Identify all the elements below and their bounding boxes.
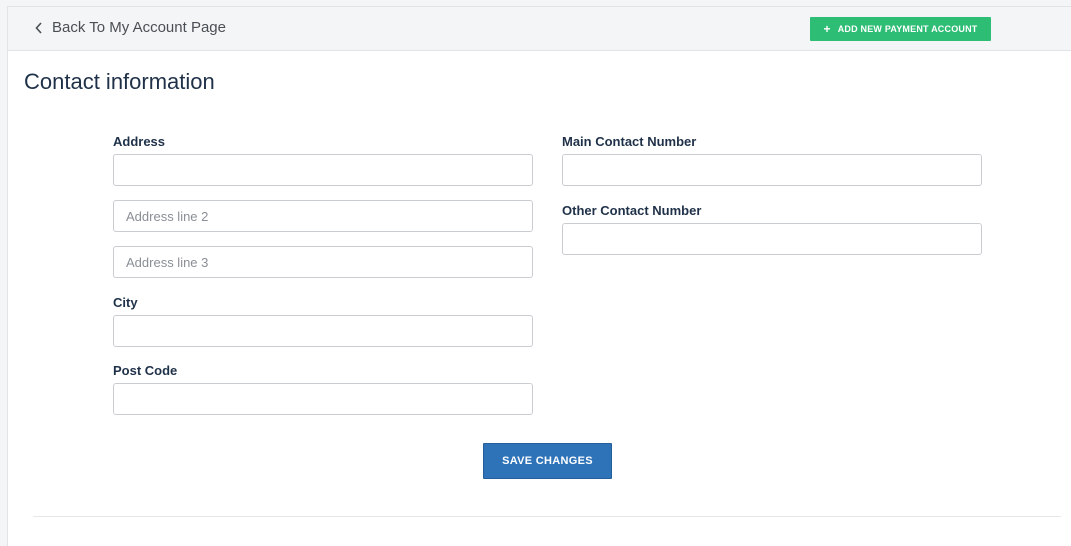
other-contact-label: Other Contact Number — [562, 203, 702, 218]
main-contact-input[interactable] — [562, 154, 982, 186]
post-code-input[interactable] — [113, 383, 533, 415]
city-label: City — [113, 295, 138, 310]
address-label: Address — [113, 134, 166, 149]
city-input[interactable] — [113, 315, 533, 347]
add-payment-account-button[interactable]: + ADD NEW PAYMENT ACCOUNT — [810, 17, 991, 41]
add-payment-account-label: ADD NEW PAYMENT ACCOUNT — [837, 24, 978, 34]
back-link-label: Back To My Account Page — [52, 19, 226, 36]
save-changes-button[interactable]: SAVE CHANGES — [483, 443, 612, 479]
bottom-divider — [33, 516, 1061, 517]
address-line2-input[interactable] — [113, 200, 533, 232]
top-bar: Back To My Account Page + ADD NEW PAYMEN… — [8, 7, 1071, 51]
other-contact-input[interactable] — [562, 223, 982, 255]
page-title: Contact information — [24, 69, 215, 94]
address-line1-input[interactable] — [113, 154, 533, 186]
main-contact-label: Main Contact Number — [562, 134, 697, 149]
post-code-label: Post Code — [113, 363, 178, 378]
back-to-account-link[interactable]: Back To My Account Page — [35, 19, 226, 36]
plus-icon: + — [823, 22, 831, 36]
address-line3-input[interactable] — [113, 246, 533, 278]
chevron-left-icon — [35, 21, 42, 34]
page-frame: Back To My Account Page + ADD NEW PAYMEN… — [7, 6, 1071, 546]
